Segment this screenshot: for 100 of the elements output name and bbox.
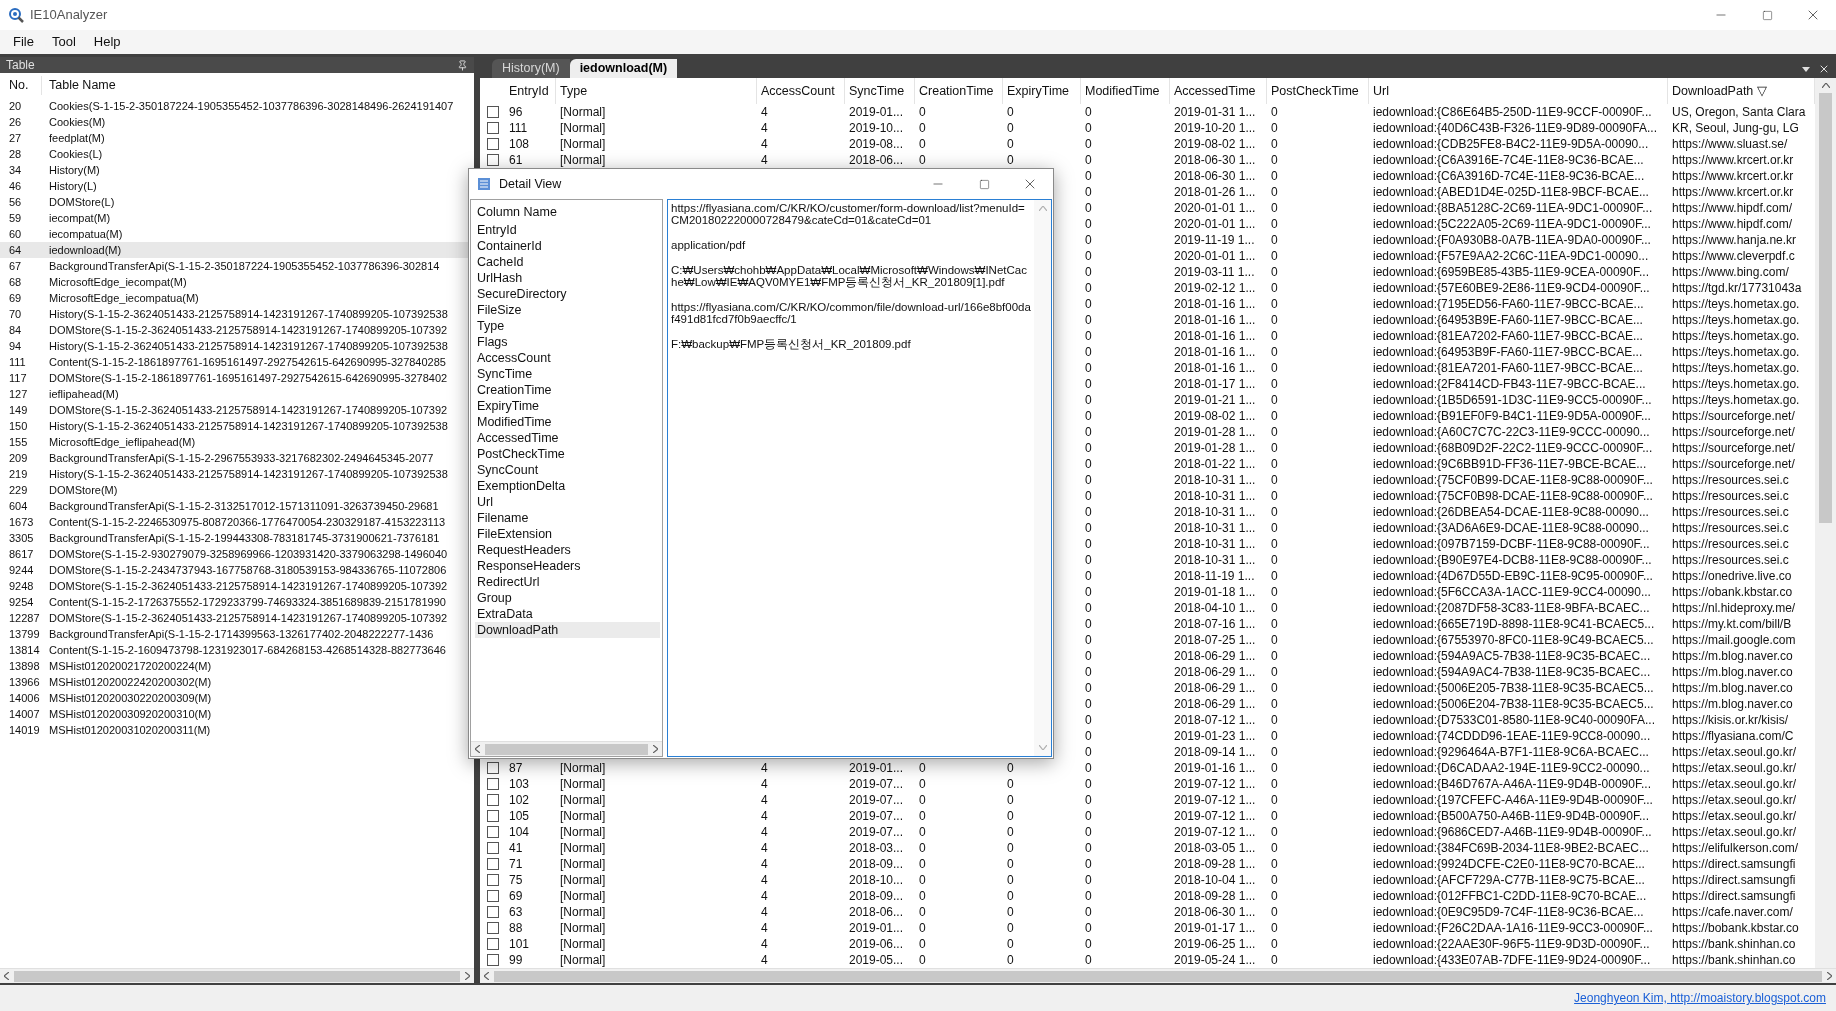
list-item[interactable]: DownloadPath [475, 622, 660, 638]
list-item[interactable]: CreationTime [475, 382, 660, 398]
row-checkbox[interactable] [486, 954, 499, 966]
vertical-scrollbar[interactable] [1815, 78, 1836, 968]
list-item[interactable]: ExtraData [475, 606, 660, 622]
table-cell: 99 [509, 953, 523, 967]
list-item[interactable]: ModifiedTime [475, 414, 660, 430]
table-cell: 0 [1085, 217, 1092, 231]
close-icon[interactable] [1818, 63, 1830, 75]
list-item[interactable]: Group [475, 590, 660, 606]
row-checkbox[interactable] [486, 154, 499, 166]
table-cell-text: 34 [8, 162, 23, 178]
table-row[interactable]: 26 Cookies(M) [0, 114, 474, 130]
horizontal-scrollbar[interactable] [0, 968, 474, 983]
table-cell: 4 [761, 937, 768, 951]
column-header[interactable]: Table Name [42, 76, 116, 95]
author-link[interactable]: Jeonghyeon Kim, http://moaistory.blogspot.com [1574, 989, 1826, 1007]
panel-title: Table [6, 57, 35, 74]
horizontal-scrollbar[interactable] [480, 968, 1836, 983]
row-checkbox[interactable] [486, 826, 499, 838]
list-item[interactable]: CacheId [475, 254, 660, 270]
list-item[interactable]: ResponseHeaders [475, 558, 660, 574]
list-item[interactable]: ExemptionDelta [475, 478, 660, 494]
dropdown-icon[interactable] [1802, 67, 1810, 72]
list-item[interactable]: AccessedTime [475, 430, 660, 446]
list-item[interactable]: Type [475, 318, 660, 334]
list-item[interactable]: SecureDirectory [475, 286, 660, 302]
scroll-left-icon[interactable] [475, 745, 480, 753]
menu-item[interactable]: Help [84, 30, 130, 54]
table-cell: 2019-07... [849, 793, 904, 807]
list-item[interactable]: SyncCount [475, 462, 660, 478]
row-checkbox[interactable] [486, 762, 499, 774]
column-header[interactable]: ModifiedTime [1081, 81, 1164, 101]
row-checkbox[interactable] [486, 810, 499, 822]
pin-icon[interactable] [457, 59, 468, 71]
row-checkbox[interactable] [486, 778, 499, 790]
column-header[interactable]: Url [1369, 81, 1393, 101]
list-item[interactable]: SyncTime [475, 366, 660, 382]
scroll-right-icon[interactable] [465, 972, 470, 980]
document-tab[interactable]: History(M) [492, 59, 570, 78]
column-header[interactable]: EntryId [505, 81, 553, 101]
row-checkbox[interactable] [486, 874, 499, 886]
list-item[interactable]: PostCheckTime [475, 446, 660, 462]
list-item[interactable]: AccessCount [475, 350, 660, 366]
app-logo-icon [8, 7, 24, 23]
table-cell-text: 46 [8, 178, 23, 194]
table-row[interactable]: 28 Cookies(L) [0, 146, 474, 162]
menu-item[interactable]: File [4, 30, 43, 54]
table-cell: 0 [1085, 681, 1092, 695]
table-cell: 0 [1085, 713, 1092, 727]
column-header[interactable]: AccessedTime [1170, 81, 1260, 101]
list-item[interactable]: FileExtension [475, 526, 660, 542]
scroll-up-icon[interactable] [1821, 83, 1830, 88]
list-item[interactable]: ContainerId [475, 238, 660, 254]
table-row[interactable]: 27 feedplat(M) [0, 130, 474, 146]
column-header[interactable]: ExpiryTime [1003, 81, 1074, 101]
table-cell: https://resources.sei.c [1672, 553, 1789, 567]
row-checkbox[interactable] [486, 106, 499, 118]
scroll-left-icon[interactable] [484, 972, 489, 980]
scroll-left-icon[interactable] [4, 972, 9, 980]
column-header[interactable]: PostCheckTime [1267, 81, 1363, 101]
column-header[interactable]: Type [556, 81, 592, 101]
row-checkbox[interactable] [486, 858, 499, 870]
list-item[interactable]: EntryId [475, 222, 660, 238]
table-cell: 2019-02-12 1... [1174, 281, 1256, 295]
list-item[interactable]: Url [475, 494, 660, 510]
list-item[interactable]: UrlHash [475, 270, 660, 286]
horizontal-scrollbar[interactable] [471, 741, 662, 756]
table-row[interactable]: 20 Cookies(S-1-15-2-350187224-1905355452-1037786396-3028148496-2624191407 [0, 98, 474, 114]
row-checkbox[interactable] [486, 906, 499, 918]
list-item[interactable]: RequestHeaders [475, 542, 660, 558]
list-item[interactable]: RedirectUrl [475, 574, 660, 590]
row-checkbox[interactable] [486, 922, 499, 934]
row-checkbox[interactable] [486, 842, 499, 854]
table-cell: 2019-10-20 1... [1174, 121, 1256, 135]
column-header[interactable]: No. [0, 76, 42, 95]
column-header[interactable]: DownloadPath ▽ [1668, 81, 1771, 101]
list-item[interactable]: FileSize [475, 302, 660, 318]
table-cell: 0 [919, 105, 926, 119]
list-item[interactable]: Flags [475, 334, 660, 350]
menu-item[interactable]: Tool [42, 30, 85, 54]
table-cell: 0 [919, 905, 926, 919]
row-checkbox[interactable] [486, 890, 499, 902]
table-cell-text: MSHist012020022420200302(M) [48, 674, 212, 690]
column-header[interactable]: CreationTime [915, 81, 998, 101]
table-cell: 0 [1085, 281, 1092, 295]
list-item[interactable]: Filename [475, 510, 660, 526]
row-checkbox[interactable] [486, 122, 499, 134]
table-cell: 2019-01-18 1... [1174, 585, 1256, 599]
column-header[interactable]: AccessCount [757, 81, 839, 101]
row-checkbox[interactable] [486, 938, 499, 950]
list-item[interactable]: ExpiryTime [475, 398, 660, 414]
table-cell-text: Content(S-1-15-2-1861897761-1695161497-2927542615-642690995-327840285 [48, 354, 446, 370]
table-cell: 0 [1085, 121, 1092, 135]
row-checkbox[interactable] [486, 794, 499, 806]
scroll-right-icon[interactable] [1827, 972, 1832, 980]
column-header[interactable]: SyncTime [845, 81, 909, 101]
row-checkbox[interactable] [486, 138, 499, 150]
document-tab[interactable]: iedownload(M) [569, 59, 678, 78]
scroll-right-icon[interactable] [653, 745, 658, 753]
